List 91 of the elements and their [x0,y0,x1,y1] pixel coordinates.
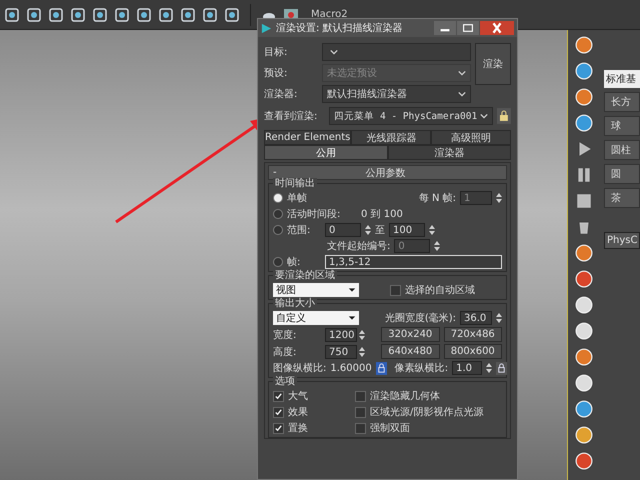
radio-button[interactable] [273,257,283,267]
checkbox[interactable] [390,284,401,296]
checkbox[interactable] [273,390,284,402]
size-preset-button[interactable]: 320x240 [381,327,440,342]
macro-label[interactable]: Macro2 [311,9,348,20]
checkbox[interactable] [355,422,366,434]
field-label: 光圈宽度(毫米): [384,312,456,325]
radio-button[interactable] [273,209,283,219]
tab[interactable]: 高级照明 [431,130,512,145]
stop-icon[interactable] [575,192,593,210]
object-type-button[interactable]: 圆 [604,164,640,184]
field-label: 至 [375,224,385,237]
spinner-arrows-icon[interactable] [434,240,440,252]
checkbox[interactable] [355,406,366,418]
tab[interactable]: 公用 [264,145,388,160]
spinner-arrows-icon[interactable] [359,346,365,358]
size-preset-dropdown[interactable]: 自定义 [273,311,359,325]
radio-button[interactable] [273,225,283,235]
dropdown-arrow-icon[interactable] [348,287,356,293]
app-logo-icon [261,22,272,34]
group-title: 要渲染的区域 [273,270,337,281]
option-label: 单帧 [287,192,307,205]
size-preset-button[interactable]: 800x600 [444,344,502,359]
maximize-button[interactable] [457,21,479,35]
field-label: 文件起始编号: [327,240,390,253]
checkbox-label: 选择的自动区域 [405,284,475,297]
window-title: 渲染设置: 默认扫描线渲染器 [276,22,403,35]
range-start-field[interactable]: 0 [325,223,361,237]
option-label: 活动时间段: [287,208,342,221]
field-label: 查看到渲染: [264,110,318,123]
spinner-arrows-icon[interactable] [359,328,365,340]
option-label: 帧: [287,256,302,269]
lock-icon[interactable] [496,362,508,374]
lock-icon[interactable] [376,362,387,374]
close-button[interactable] [480,21,514,35]
dropdown-arrow-icon[interactable] [348,315,356,321]
width-field[interactable]: 1200 [325,328,357,342]
field-label: 图像纵横比: [273,362,326,375]
minimize-button[interactable] [434,21,456,35]
field-label: 目标: [264,46,288,59]
height-field[interactable]: 750 [325,344,357,358]
dropdown-field[interactable]: 默认扫描线渲染器 [322,85,471,103]
spinner-arrows-icon[interactable] [429,224,435,236]
checkbox-label: 大气 [288,390,308,403]
group-title: 输出大小 [273,298,317,309]
spinner-arrows-icon[interactable] [496,192,502,204]
checkbox[interactable] [273,422,284,434]
dropdown-field[interactable] [322,43,471,61]
spinner-arrows-icon[interactable] [496,312,502,324]
category-dropdown[interactable]: 标准基 [604,70,640,88]
radio-button[interactable] [273,193,283,203]
field-label: 每 N 帧: [418,192,456,205]
field-label: 渲染器: [264,88,298,101]
spinner-arrows-icon[interactable] [365,224,371,236]
checkbox-label: 置换 [288,422,308,435]
field-label: 高度: [273,346,298,358]
tab[interactable]: 渲染器 [388,145,511,160]
field-label: 宽度: [273,328,298,342]
checkbox-label: 强制双面 [370,422,410,435]
field-label: 像素纵横比: [394,362,448,375]
field-label: 预设: [264,67,288,80]
checkbox[interactable] [273,406,284,418]
range-text: 0 到 100 [361,208,403,221]
area-dropdown[interactable]: 视图 [273,283,359,297]
object-type-button[interactable]: 球 [604,116,640,136]
aspect-value: 1.60000 [330,362,372,374]
object-type-button[interactable]: 茶 [604,188,640,208]
checkbox-label: 渲染隐藏几何体 [370,390,440,403]
object-type-button[interactable]: 长方 [604,92,640,112]
group-title: 时间输出 [273,178,317,189]
collapse-toggle[interactable]: - [273,167,283,178]
aperture-field[interactable]: 36.0 [460,311,492,325]
tab[interactable]: 光线跟踪器 [351,130,432,145]
rollout-title: 公用参数 [364,166,406,180]
frames-field[interactable]: 1,3,5-12 [325,255,502,269]
lock-button[interactable] [497,108,511,124]
view-dropdown[interactable]: 四元菜单 4 - PhysCamera001 [329,107,494,125]
range-end-field[interactable]: 100 [389,223,425,237]
group-title: 选项 [273,376,297,387]
object-type-button[interactable]: 圆柱 [604,140,640,160]
size-preset-button[interactable]: 640x480 [381,344,440,359]
spinner-arrows-icon[interactable] [486,362,492,374]
tab[interactable]: Render Elements [264,130,352,145]
checkbox-label: 效果 [288,406,308,419]
render-button[interactable]: 渲染 [475,43,511,85]
option-label: 范围: [287,224,312,237]
name-field[interactable]: PhysC [604,232,640,249]
size-preset-button[interactable]: 720x486 [444,327,502,342]
checkbox-label: 区域光源/阴影视作点光源 [370,406,484,419]
checkbox[interactable] [355,390,366,402]
pixel-aspect-field[interactable]: 1.0 [452,361,482,375]
